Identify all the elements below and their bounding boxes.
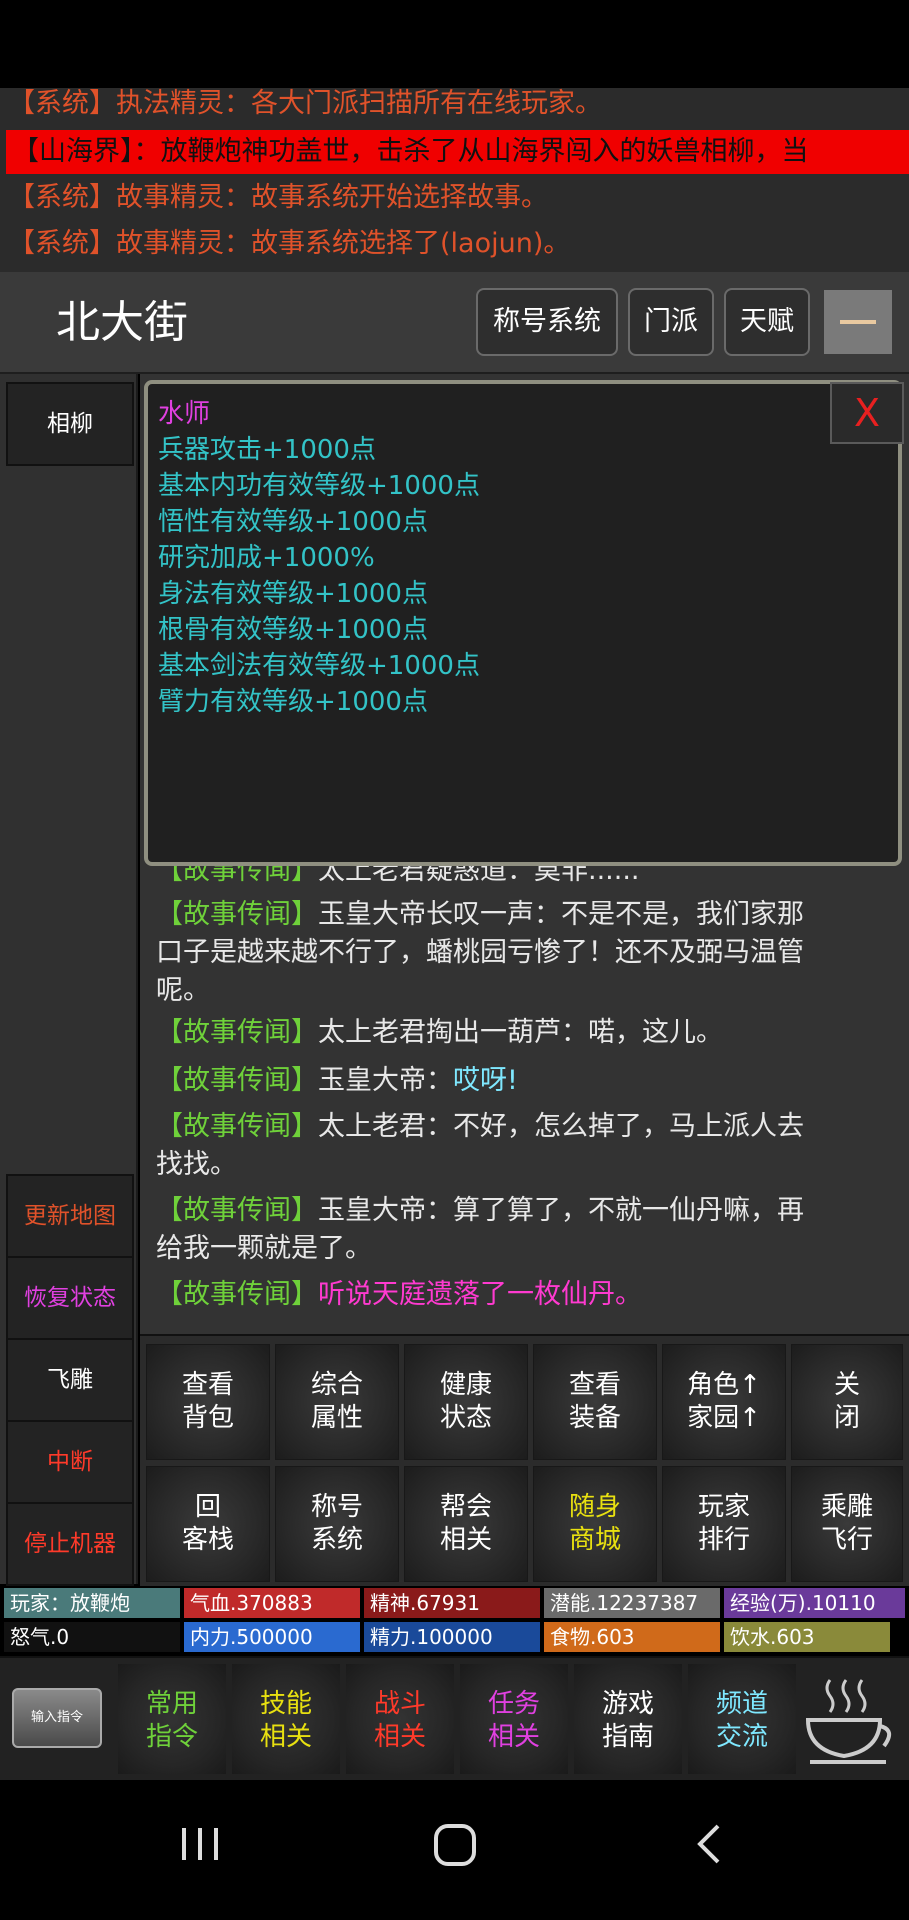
player-stats-bar: 玩家：放鞭炮 气血.370883 精神.67931 潜能.12237387 经验… <box>0 1586 909 1656</box>
sect-button[interactable]: 门派 <box>628 288 714 356</box>
back-icon[interactable] <box>690 1822 730 1866</box>
portable-shop-button[interactable]: 随身 商城 <box>533 1466 657 1582</box>
title-system-button[interactable]: 称号系统 <box>476 288 618 356</box>
story-line: 【故事传闻】太上老君掏出一葫芦：喏，这儿。 <box>156 1017 723 1048</box>
story-line: 口子是越来越不行了，蟠桃园亏惨了！还不及弼马温管 <box>156 937 804 968</box>
npc-xiangliu-button[interactable]: 相柳 <box>6 382 134 466</box>
energy-stat: 精力.100000 <box>364 1622 540 1652</box>
popup-attr-line: 基本内功有效等级+1000点 <box>158 471 480 501</box>
tab-channel-chat[interactable]: 频道 交流 <box>688 1664 796 1774</box>
potential-stat: 潜能.12237387 <box>544 1588 720 1618</box>
return-inn-button[interactable]: 回客栈 <box>146 1466 270 1582</box>
talent-button[interactable]: 天赋 <box>724 288 810 356</box>
location-header: 北大街 称号系统 门派 天赋 <box>0 272 909 374</box>
popup-title: 水师 <box>158 399 211 429</box>
bottom-tab-bar: 输入指令 常用 指令 技能 相关 战斗 相关 任务 相关 游戏 指南 频道 交流 <box>0 1656 909 1780</box>
teacup-icon[interactable] <box>800 1672 900 1768</box>
popup-attr-line: 身法有效等级+1000点 <box>158 579 428 609</box>
android-nav-bar <box>0 1780 909 1920</box>
experience-stat: 经验(万).10110 <box>724 1588 905 1618</box>
story-line: 【故事传闻】玉皇大帝长叹一声：不是不是，我们家那 <box>156 899 804 930</box>
story-line: 【故事传闻】玉皇大帝：哎呀! <box>156 1065 518 1096</box>
eagle-flight-button[interactable]: 乘雕 飞行 <box>791 1466 903 1582</box>
water-stat: 饮水.603 <box>724 1622 890 1652</box>
overall-attributes-button[interactable]: 综合 属性 <box>275 1344 399 1460</box>
character-home-button[interactable]: 角色↑ 家园↑ <box>662 1344 786 1460</box>
inner-force-stat: 内力.500000 <box>184 1622 360 1652</box>
view-backpack-button[interactable]: 查看 背包 <box>146 1344 270 1460</box>
story-line: 呢。 <box>156 975 210 1006</box>
popup-attr-line: 研究加成+1000% <box>158 543 375 573</box>
close-grid-button[interactable]: 关闭 <box>791 1344 903 1460</box>
popup-attr-line: 兵器攻击+1000点 <box>158 435 376 465</box>
guild-button[interactable]: 帮会 相关 <box>404 1466 528 1582</box>
minimize-button[interactable] <box>824 290 892 354</box>
story-line: 【故事传闻】听说天庭遗落了一枚仙丹。 <box>156 1279 642 1310</box>
tab-quests[interactable]: 任务 相关 <box>460 1664 568 1774</box>
hp-stat: 气血.370883 <box>184 1588 360 1618</box>
popup-close-button[interactable]: X <box>830 382 904 444</box>
popup-attr-line: 根骨有效等级+1000点 <box>158 615 428 645</box>
story-line: 给我一颗就是了。 <box>156 1233 372 1264</box>
stop-machine-button[interactable]: 停止机器 <box>6 1502 134 1586</box>
system-message-highlight: 【山海界】：放鞭炮神功盖世，击杀了从山海界闯入的妖兽相柳，当 <box>6 130 909 174</box>
restore-status-button[interactable]: 恢复状态 <box>6 1256 134 1340</box>
system-message: 【系统】执法精灵：各大门派扫描所有在线玩家。 <box>8 88 602 119</box>
popup-attr-line: 基本剑法有效等级+1000点 <box>158 651 480 681</box>
status-bar <box>0 0 909 88</box>
flying-eagle-button[interactable]: 飞雕 <box>6 1338 134 1422</box>
health-status-button[interactable]: 健康 状态 <box>404 1344 528 1460</box>
recent-apps-icon[interactable] <box>178 1822 222 1866</box>
system-message: 【系统】故事精灵：故事系统开始选择故事。 <box>8 182 548 213</box>
input-command-button[interactable]: 输入指令 <box>12 1688 102 1748</box>
interrupt-button[interactable]: 中断 <box>6 1420 134 1504</box>
player-ranking-button[interactable]: 玩家 排行 <box>662 1466 786 1582</box>
left-sidebar: 相柳 更新地图 恢复状态 飞雕 中断 停止机器 <box>0 374 138 1586</box>
story-line: 【故事传闻】太上老君：不好，怎么掉了，马上派人去 <box>156 1111 804 1142</box>
spirit-stat: 精神.67931 <box>364 1588 540 1618</box>
home-icon[interactable] <box>432 1822 478 1868</box>
system-message-feed: 【系统】执法精灵：各大门派扫描所有在线玩家。 【山海界】：放鞭炮神功盖世，击杀了… <box>0 88 909 272</box>
rage-stat: 怒气.0 <box>4 1622 180 1652</box>
location-title: 北大街 <box>56 297 188 348</box>
tab-game-guide[interactable]: 游戏 指南 <box>574 1664 682 1774</box>
tab-combat[interactable]: 战斗 相关 <box>346 1664 454 1774</box>
popup-attr-line: 臂力有效等级+1000点 <box>158 687 428 717</box>
food-stat: 食物.603 <box>544 1622 720 1652</box>
minus-icon <box>840 320 876 324</box>
item-info-popup: 水师 兵器攻击+1000点 基本内功有效等级+1000点 悟性有效等级+1000… <box>144 380 904 866</box>
system-message: 【系统】故事精灵：故事系统选择了(laojun)。 <box>8 228 571 259</box>
title-system-grid-button[interactable]: 称号 系统 <box>275 1466 399 1582</box>
popup-attr-line: 悟性有效等级+1000点 <box>158 507 428 537</box>
story-line: 找找。 <box>156 1149 237 1180</box>
tab-common-commands[interactable]: 常用 指令 <box>118 1664 226 1774</box>
update-map-button[interactable]: 更新地图 <box>6 1174 134 1258</box>
story-line: 【故事传闻】玉皇大帝：算了算了，不就一仙丹嘛，再 <box>156 1195 804 1226</box>
action-grid: 查看 背包 综合 属性 健康 状态 查看 装备 角色↑ 家园↑ 关闭 回客栈 称号 系统 帮… <box>140 1334 909 1586</box>
tab-skills[interactable]: 技能 相关 <box>232 1664 340 1774</box>
view-equipment-button[interactable]: 查看 装备 <box>533 1344 657 1460</box>
player-name-stat: 玩家：放鞭炮 <box>4 1588 180 1618</box>
